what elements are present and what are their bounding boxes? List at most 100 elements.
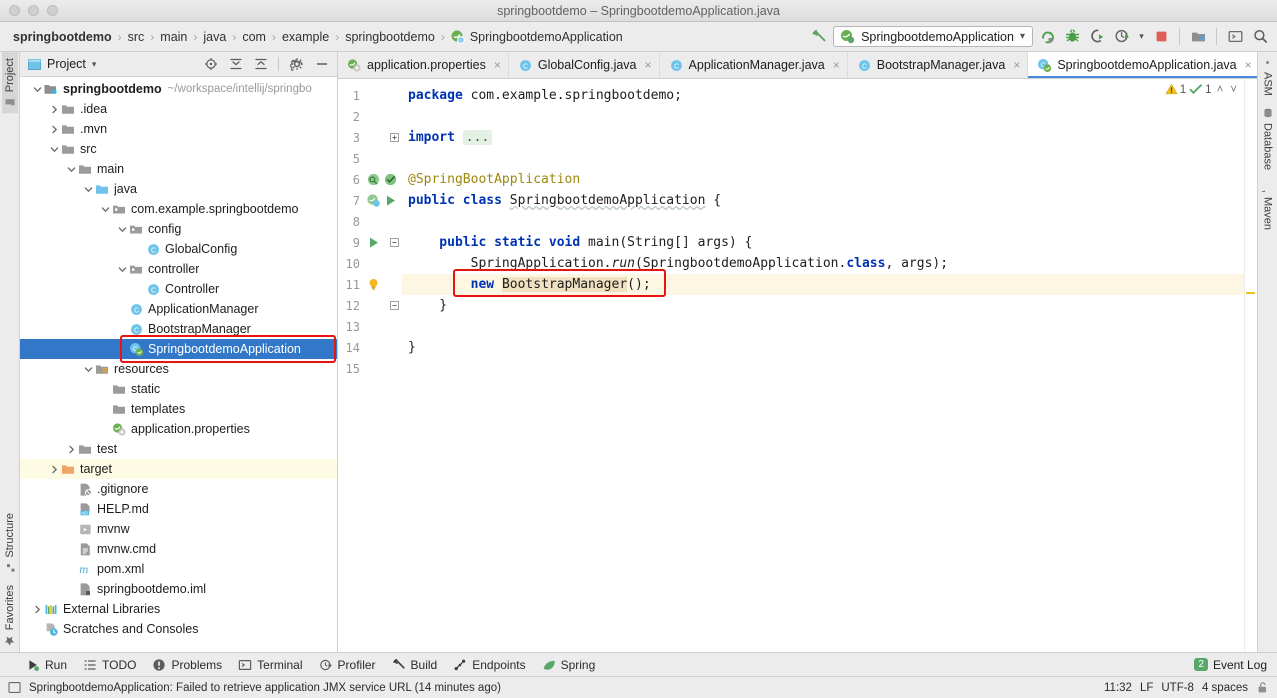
tool-window-button[interactable]: Build [392, 658, 437, 672]
sidebar-item-database[interactable]: Database [1260, 102, 1276, 176]
close-window-button[interactable] [9, 5, 20, 16]
gutter-line[interactable]: 6 [338, 169, 402, 190]
gutter-line[interactable]: 15 [338, 358, 402, 379]
tree-row[interactable]: springbootdemo ~/workspace/intellij/sprin… [20, 79, 337, 99]
status-message[interactable]: SpringbootdemoApplication: Failed to ret… [29, 682, 501, 694]
tree-row[interactable]: C BootstrapManager [20, 319, 337, 339]
sidebar-item-asm[interactable]: ASM [1260, 52, 1276, 102]
gutter-line[interactable]: 1 [338, 85, 402, 106]
collapse-all-icon[interactable] [251, 55, 270, 74]
tree-row[interactable]: springbootdemo.iml [20, 579, 337, 599]
gutter-line[interactable]: 8 [338, 211, 402, 232]
previous-problem-button[interactable]: ˄ [1215, 84, 1226, 96]
close-icon[interactable]: × [1245, 58, 1252, 72]
ok-count[interactable]: 1 [1189, 83, 1212, 96]
code-line[interactable] [402, 316, 1257, 337]
breadcrumb-item-7[interactable]: SpringbootdemoApplication [448, 30, 626, 44]
window-controls[interactable] [0, 5, 58, 16]
code-line[interactable] [402, 211, 1257, 232]
tree-row[interactable]: controller [20, 259, 337, 279]
code-line[interactable]: import ... [402, 127, 1257, 148]
fold-collapse-icon[interactable] [390, 238, 399, 247]
tree-row[interactable]: resources [20, 359, 337, 379]
chevron-right-icon[interactable] [49, 464, 60, 475]
gutter-line[interactable]: 14 [338, 337, 402, 358]
project-structure-icon[interactable] [1187, 26, 1209, 48]
warning-count[interactable]: 1 [1165, 83, 1186, 96]
indent-indicator[interactable]: 4 spaces [1202, 682, 1248, 694]
tree-row[interactable]: java [20, 179, 337, 199]
breadcrumb-item-2[interactable]: main [157, 30, 190, 44]
gutter-line[interactable]: 2 [338, 106, 402, 127]
breadcrumb[interactable]: springbootdemo › src › main › java › com… [10, 30, 808, 44]
chevron-right-icon[interactable] [66, 444, 77, 455]
editor-tab[interactable]: C GlobalConfig.java × [509, 52, 660, 78]
expand-all-icon[interactable] [226, 55, 245, 74]
code-line[interactable]: package com.example.springbootdemo; [402, 85, 1257, 106]
event-log-button[interactable]: 2 Event Log [1194, 658, 1277, 672]
code-line[interactable]: new BootstrapManager(); [402, 274, 1257, 295]
tool-window-button[interactable]: TODO [83, 658, 136, 672]
editor-gutter[interactable]: 1 2 3 5 6 7 8 9 10 11 12 13 14 15 [338, 79, 402, 652]
search-icon[interactable] [1249, 26, 1271, 48]
tool-window-button[interactable]: Profiler [319, 658, 376, 672]
close-icon[interactable]: × [494, 58, 501, 72]
tree-row[interactable]: config [20, 219, 337, 239]
tree-row[interactable]: Scratches and Consoles [20, 619, 337, 639]
run-icon[interactable] [1036, 26, 1058, 48]
close-icon[interactable]: × [833, 58, 840, 72]
gear-icon[interactable] [287, 55, 306, 74]
tree-row[interactable]: test [20, 439, 337, 459]
chevron-down-icon[interactable] [83, 364, 94, 375]
fold-collapse-icon[interactable] [390, 301, 399, 310]
chevron-down-icon[interactable] [117, 264, 128, 275]
editor-tab[interactable]: application.properties × [338, 52, 509, 78]
run-gutter-icon[interactable] [366, 235, 381, 250]
tree-row[interactable]: C ApplicationManager [20, 299, 337, 319]
gutter-line[interactable]: 12 [338, 295, 402, 316]
code-line[interactable] [402, 106, 1257, 127]
chevron-down-icon[interactable]: ▾ [1136, 26, 1147, 48]
breadcrumb-item-5[interactable]: example [279, 30, 332, 44]
line-separator-indicator[interactable]: LF [1140, 682, 1153, 694]
sidebar-item-project[interactable]: Project [1, 52, 18, 114]
editor-code[interactable]: package com.example.springbootdemo; impor… [402, 79, 1257, 652]
tree-row[interactable]: templates [20, 399, 337, 419]
project-tree[interactable]: springbootdemo ~/workspace/intellij/sprin… [20, 77, 337, 652]
sidebar-item-structure[interactable]: Structure [2, 507, 18, 579]
tree-row[interactable]: .mvn [20, 119, 337, 139]
gutter-icons[interactable] [362, 193, 398, 208]
code-line[interactable]: public static void main(String[] args) { [402, 232, 1257, 253]
minimize-icon[interactable] [312, 55, 331, 74]
tree-row[interactable]: C SpringbootdemoApplication [20, 339, 337, 359]
tree-row[interactable]: com.example.springbootdemo [20, 199, 337, 219]
code-line[interactable] [402, 358, 1257, 379]
tree-row[interactable]: main [20, 159, 337, 179]
breadcrumb-item-6[interactable]: springbootdemo [342, 30, 438, 44]
gutter-line[interactable]: 13 [338, 316, 402, 337]
editor-tab[interactable]: C BootstrapManager.java × [848, 52, 1029, 78]
code-line[interactable]: SpringApplication.run(SpringbootdemoAppl… [402, 253, 1257, 274]
gutter-line[interactable]: 5 [338, 148, 402, 169]
code-line[interactable]: } [402, 337, 1257, 358]
terminal-icon[interactable] [1224, 26, 1246, 48]
tree-row[interactable]: mvnw [20, 519, 337, 539]
chevron-down-icon[interactable] [49, 144, 60, 155]
stop-icon[interactable] [1150, 26, 1172, 48]
inspection-widget[interactable]: 1 1 ˄ ˅ [1165, 83, 1239, 96]
maximize-window-button[interactable] [47, 5, 58, 16]
gutter-line[interactable]: 3 [338, 127, 402, 148]
breadcrumb-item-3[interactable]: java [200, 30, 229, 44]
gutter-icons[interactable] [362, 172, 398, 187]
unlocked-icon[interactable] [1256, 681, 1269, 694]
code-line[interactable] [402, 148, 1257, 169]
close-icon[interactable]: × [1013, 58, 1020, 72]
chevron-down-icon[interactable] [83, 184, 94, 195]
run-configuration-selector[interactable]: SpringbootdemoApplication ▾ [833, 26, 1033, 47]
run-gutter-icon[interactable] [383, 193, 398, 208]
fold-expand-icon[interactable] [390, 133, 399, 142]
gutter-icons[interactable] [362, 277, 381, 292]
lightbulb-icon[interactable] [366, 277, 381, 292]
gutter-line[interactable]: 7 [338, 190, 402, 211]
spring-run-icon[interactable] [366, 193, 381, 208]
